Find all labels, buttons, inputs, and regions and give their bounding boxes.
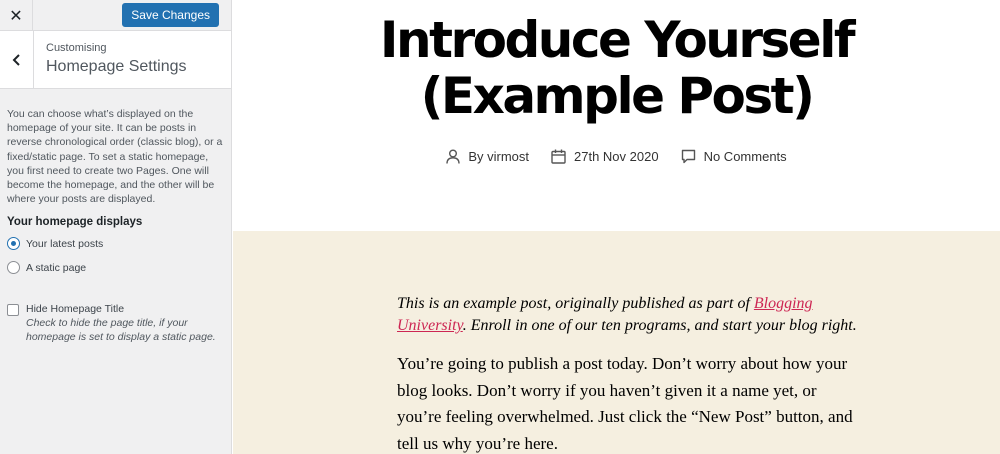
radio-label-static-page: A static page: [26, 261, 87, 274]
close-icon[interactable]: ✕: [0, 0, 33, 31]
section-title: Homepage Settings: [46, 58, 187, 75]
post-date[interactable]: 27th Nov 2020: [551, 149, 659, 164]
post-meta: By virmost 27th Nov 2020 No Comments: [233, 149, 1000, 164]
user-icon: [446, 149, 461, 164]
comments-text: No Comments: [703, 149, 787, 164]
radio-static-page[interactable]: A static page: [7, 259, 227, 276]
intro-paragraph: This is an example post, originally publ…: [397, 293, 857, 337]
radio-latest-posts[interactable]: Your latest posts: [7, 235, 227, 252]
homepage-settings-panel: You can choose what’s displayed on the h…: [7, 107, 227, 344]
radio-label-latest-posts: Your latest posts: [26, 237, 104, 250]
post-title[interactable]: Introduce Yourself (Example Post): [233, 12, 1000, 124]
author-text: By virmost: [468, 149, 529, 164]
post-entry: This is an example post, originally publ…: [397, 293, 857, 454]
panel-description: You can choose what’s displayed on the h…: [7, 108, 223, 206]
calendar-icon: [551, 149, 566, 164]
hide-homepage-title-option[interactable]: Hide Homepage Title: [7, 303, 227, 317]
homepage-displays-label: Your homepage displays: [7, 216, 143, 229]
post-comments[interactable]: No Comments: [681, 149, 787, 164]
post-title-line-2: (Example Post): [420, 67, 815, 125]
intro-after-link: . Enroll in one of our ten programs, and…: [462, 317, 857, 334]
post-author[interactable]: By virmost: [446, 149, 529, 164]
post-title-line-1: Introduce Yourself: [379, 11, 856, 69]
body-paragraph: You’re going to publish a post today. Do…: [397, 354, 853, 453]
site-preview: Introduce Yourself (Example Post) By vir…: [233, 0, 1000, 454]
hide-homepage-title-description: Check to hide the page title, if your ho…: [26, 317, 216, 343]
customizer-header: ✕ Save Changes: [0, 0, 231, 31]
comment-icon: [681, 149, 695, 164]
radio-button-static-page[interactable]: [7, 261, 20, 275]
section-header: Customising Homepage Settings: [0, 31, 231, 89]
radio-button-latest-posts[interactable]: [7, 237, 20, 251]
back-chevron-icon[interactable]: [0, 31, 34, 88]
section-subtitle: Customising: [46, 42, 107, 54]
date-text: 27th Nov 2020: [574, 149, 659, 164]
hide-homepage-title-label: Hide Homepage Title: [26, 303, 125, 316]
post-content-area: This is an example post, originally publ…: [233, 231, 1000, 454]
intro-before-link: This is an example post, originally publ…: [397, 295, 754, 312]
hide-homepage-title-checkbox[interactable]: [7, 304, 19, 317]
customizer-sidebar: ✕ Save Changes Customising Homepage Sett…: [0, 0, 232, 454]
save-changes-button[interactable]: Save Changes: [122, 3, 219, 27]
